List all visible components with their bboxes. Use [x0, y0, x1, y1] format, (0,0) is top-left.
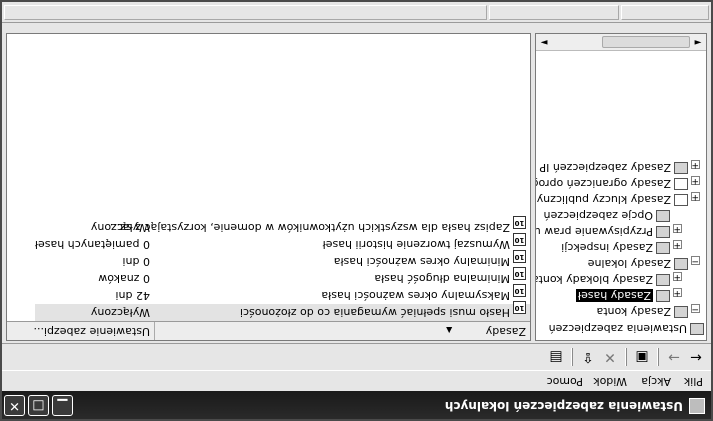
tree-item-label: Zasady zabezpieczeń IP w — [535, 161, 671, 174]
horizontal-scrollbar[interactable]: ◄ ► — [536, 34, 706, 51]
expander-expand[interactable]: + — [673, 288, 682, 298]
scroll-right-arrow-icon[interactable]: ► — [538, 36, 550, 48]
app-window: Ustawienia zabezpieczeń lokalnych ▁ □ ✕ … — [0, 0, 713, 421]
toolbar-separator — [625, 348, 627, 366]
policy-value: 42 dni — [115, 289, 150, 302]
tree-item-label: Zasady kluczy publicznych — [535, 193, 671, 206]
tree-item-label: Zasady lokalne — [587, 257, 671, 270]
status-bar — [2, 2, 711, 23]
tree-item-public-key[interactable]: Zasady kluczy publicznych — [535, 191, 688, 207]
policy-name: Wymuszaj tworzenie historii haseł — [322, 238, 510, 251]
table-row[interactable]: 10Maksymalny okres ważności hasła 42 dni — [7, 284, 530, 304]
policy-value: 0 pamiętanych haseł — [34, 238, 150, 251]
tree-item-label: Zasady ograniczeń oprogr — [535, 177, 671, 190]
scroll-left-arrow-icon[interactable]: ◄ — [692, 36, 704, 48]
table-row[interactable]: 10Hasło musi spełniać wymagania co do zł… — [35, 301, 530, 321]
menu-file[interactable]: Plik — [684, 375, 703, 388]
folder-icon — [656, 226, 670, 238]
table-row[interactable]: 10Minimalna długość hasła 0 znaków — [7, 267, 530, 287]
expander-expand[interactable]: + — [691, 192, 700, 202]
maximize-button[interactable]: □ — [28, 395, 49, 416]
menu-help[interactable]: Pomoc — [547, 375, 583, 388]
column-header-policy[interactable]: Zasady ▲ — [154, 322, 530, 340]
policy-value: Wyłączony — [90, 221, 150, 234]
tree-root[interactable]: Ustawienia zabezpieczeń — [549, 320, 704, 336]
policy-name: Maksymalny okres ważności hasła — [321, 289, 510, 302]
tree-item-user-rights[interactable]: Przypisywanie praw uż — [535, 223, 670, 239]
toolbar-separator — [657, 348, 659, 366]
menu-bar: Plik Akcja Widok Pomoc — [2, 371, 711, 391]
tree-item-label: Zasady konta — [596, 305, 671, 318]
tree-item-label: Opcje zabezpieczeń — [543, 209, 653, 222]
security-settings-icon — [690, 323, 704, 335]
lock-icon — [674, 162, 688, 174]
folder-icon — [656, 210, 670, 222]
table-row[interactable]: 10Wymuszaj tworzenie historii haseł 0 pa… — [7, 233, 530, 253]
policy-value: 0 znaków — [98, 272, 150, 285]
policy-name: Hasło musi spełniać wymagania co do złoż… — [239, 306, 510, 319]
window-title: Ustawienia zabezpieczeń lokalnych — [444, 399, 683, 413]
policy-name: Minimalna długość hasła — [374, 272, 510, 285]
minimize-button[interactable]: ▁ — [52, 395, 73, 416]
tree-pane: Ustawienia zabezpieczeń − Zasady konta +… — [535, 33, 707, 341]
folder-icon — [656, 290, 670, 302]
security-settings-app-icon — [689, 398, 705, 414]
policy-value: 0 dni — [122, 255, 150, 268]
column-header-setting[interactable]: Ustawienie zabezpi... — [6, 322, 154, 340]
tree-item-audit-policy[interactable]: Zasady inspekcji — [561, 239, 670, 255]
menu-view[interactable]: Widok — [593, 375, 627, 388]
status-segment — [4, 5, 487, 20]
column-label: Zasady — [485, 325, 526, 338]
toolbar: ← → ▣ ✕ ⇪ ▤ — [2, 343, 711, 371]
tree-item-local-policies[interactable]: Zasady lokalne — [588, 255, 688, 271]
properties-icon[interactable]: ▤ — [547, 348, 565, 366]
expander-collapse[interactable]: − — [691, 304, 700, 314]
list-header: Zasady ▲ Ustawienie zabezpi... — [6, 321, 530, 340]
expander-expand[interactable]: + — [673, 272, 682, 282]
expander-expand[interactable]: + — [673, 240, 682, 250]
expander-collapse[interactable]: − — [691, 256, 700, 266]
close-button[interactable]: ✕ — [4, 395, 25, 416]
policy-list-pane: Zasady ▲ Ustawienie zabezpi... 10Hasło m… — [6, 33, 531, 341]
delete-icon[interactable]: ✕ — [601, 348, 619, 366]
back-arrow-icon[interactable]: ← — [687, 348, 705, 366]
policy-name: Minimalny okres ważności hasła — [333, 255, 510, 268]
tree-item-account-policies[interactable]: Zasady konta — [597, 303, 688, 319]
sort-ascending-icon: ▲ — [446, 326, 453, 335]
tree-item-label: Zasady haseł — [575, 289, 653, 302]
folder-icon — [674, 306, 688, 318]
table-row[interactable]: 10Minimalny okres ważności hasła 0 dni — [7, 250, 530, 270]
tree-item-ip-security[interactable]: Zasady zabezpieczeń IP w — [535, 159, 688, 175]
forward-arrow-icon[interactable]: → — [665, 348, 683, 366]
tree-item-label: Zasady inspekcji — [561, 241, 653, 254]
tree-item-security-options[interactable]: Opcje zabezpieczeń — [544, 207, 670, 223]
tree-item-label: Przypisywanie praw uż — [535, 225, 653, 238]
folder-icon — [674, 178, 688, 190]
policy-value: Wyłączony — [90, 306, 150, 319]
show-hide-tree-icon[interactable]: ▣ — [633, 348, 651, 366]
tree-root-label: Ustawienia zabezpieczeń — [548, 322, 687, 335]
title-bar[interactable]: Ustawienia zabezpieczeń lokalnych ▁ □ ✕ — [2, 391, 711, 419]
toolbar-separator — [571, 348, 573, 366]
tree-item-account-lockout[interactable]: Zasady blokady konta — [535, 271, 670, 287]
status-segment — [489, 5, 619, 20]
expander-expand[interactable]: + — [691, 176, 700, 186]
expander-expand[interactable]: + — [673, 224, 682, 234]
status-segment — [621, 5, 709, 20]
folder-icon — [656, 274, 670, 286]
menu-action[interactable]: Akcja — [641, 375, 671, 388]
tree-item-software-restriction[interactable]: Zasady ograniczeń oprogr — [535, 175, 688, 191]
tree-item-password-policy[interactable]: Zasady haseł — [575, 287, 670, 303]
folder-icon — [674, 258, 688, 270]
policy-name: Zapisz hasła dla wszystkich użytkowników… — [109, 221, 510, 234]
scrollbar-thumb[interactable] — [602, 36, 690, 48]
expander-expand[interactable]: + — [691, 160, 700, 170]
folder-icon — [656, 242, 670, 254]
export-list-icon[interactable]: ⇪ — [579, 348, 597, 366]
folder-icon — [674, 194, 688, 206]
policy-icon: 10 — [513, 216, 526, 229]
table-row[interactable]: 10Zapisz hasła dla wszystkich użytkownik… — [7, 216, 530, 236]
tree-item-label: Zasady blokady konta — [535, 273, 653, 286]
